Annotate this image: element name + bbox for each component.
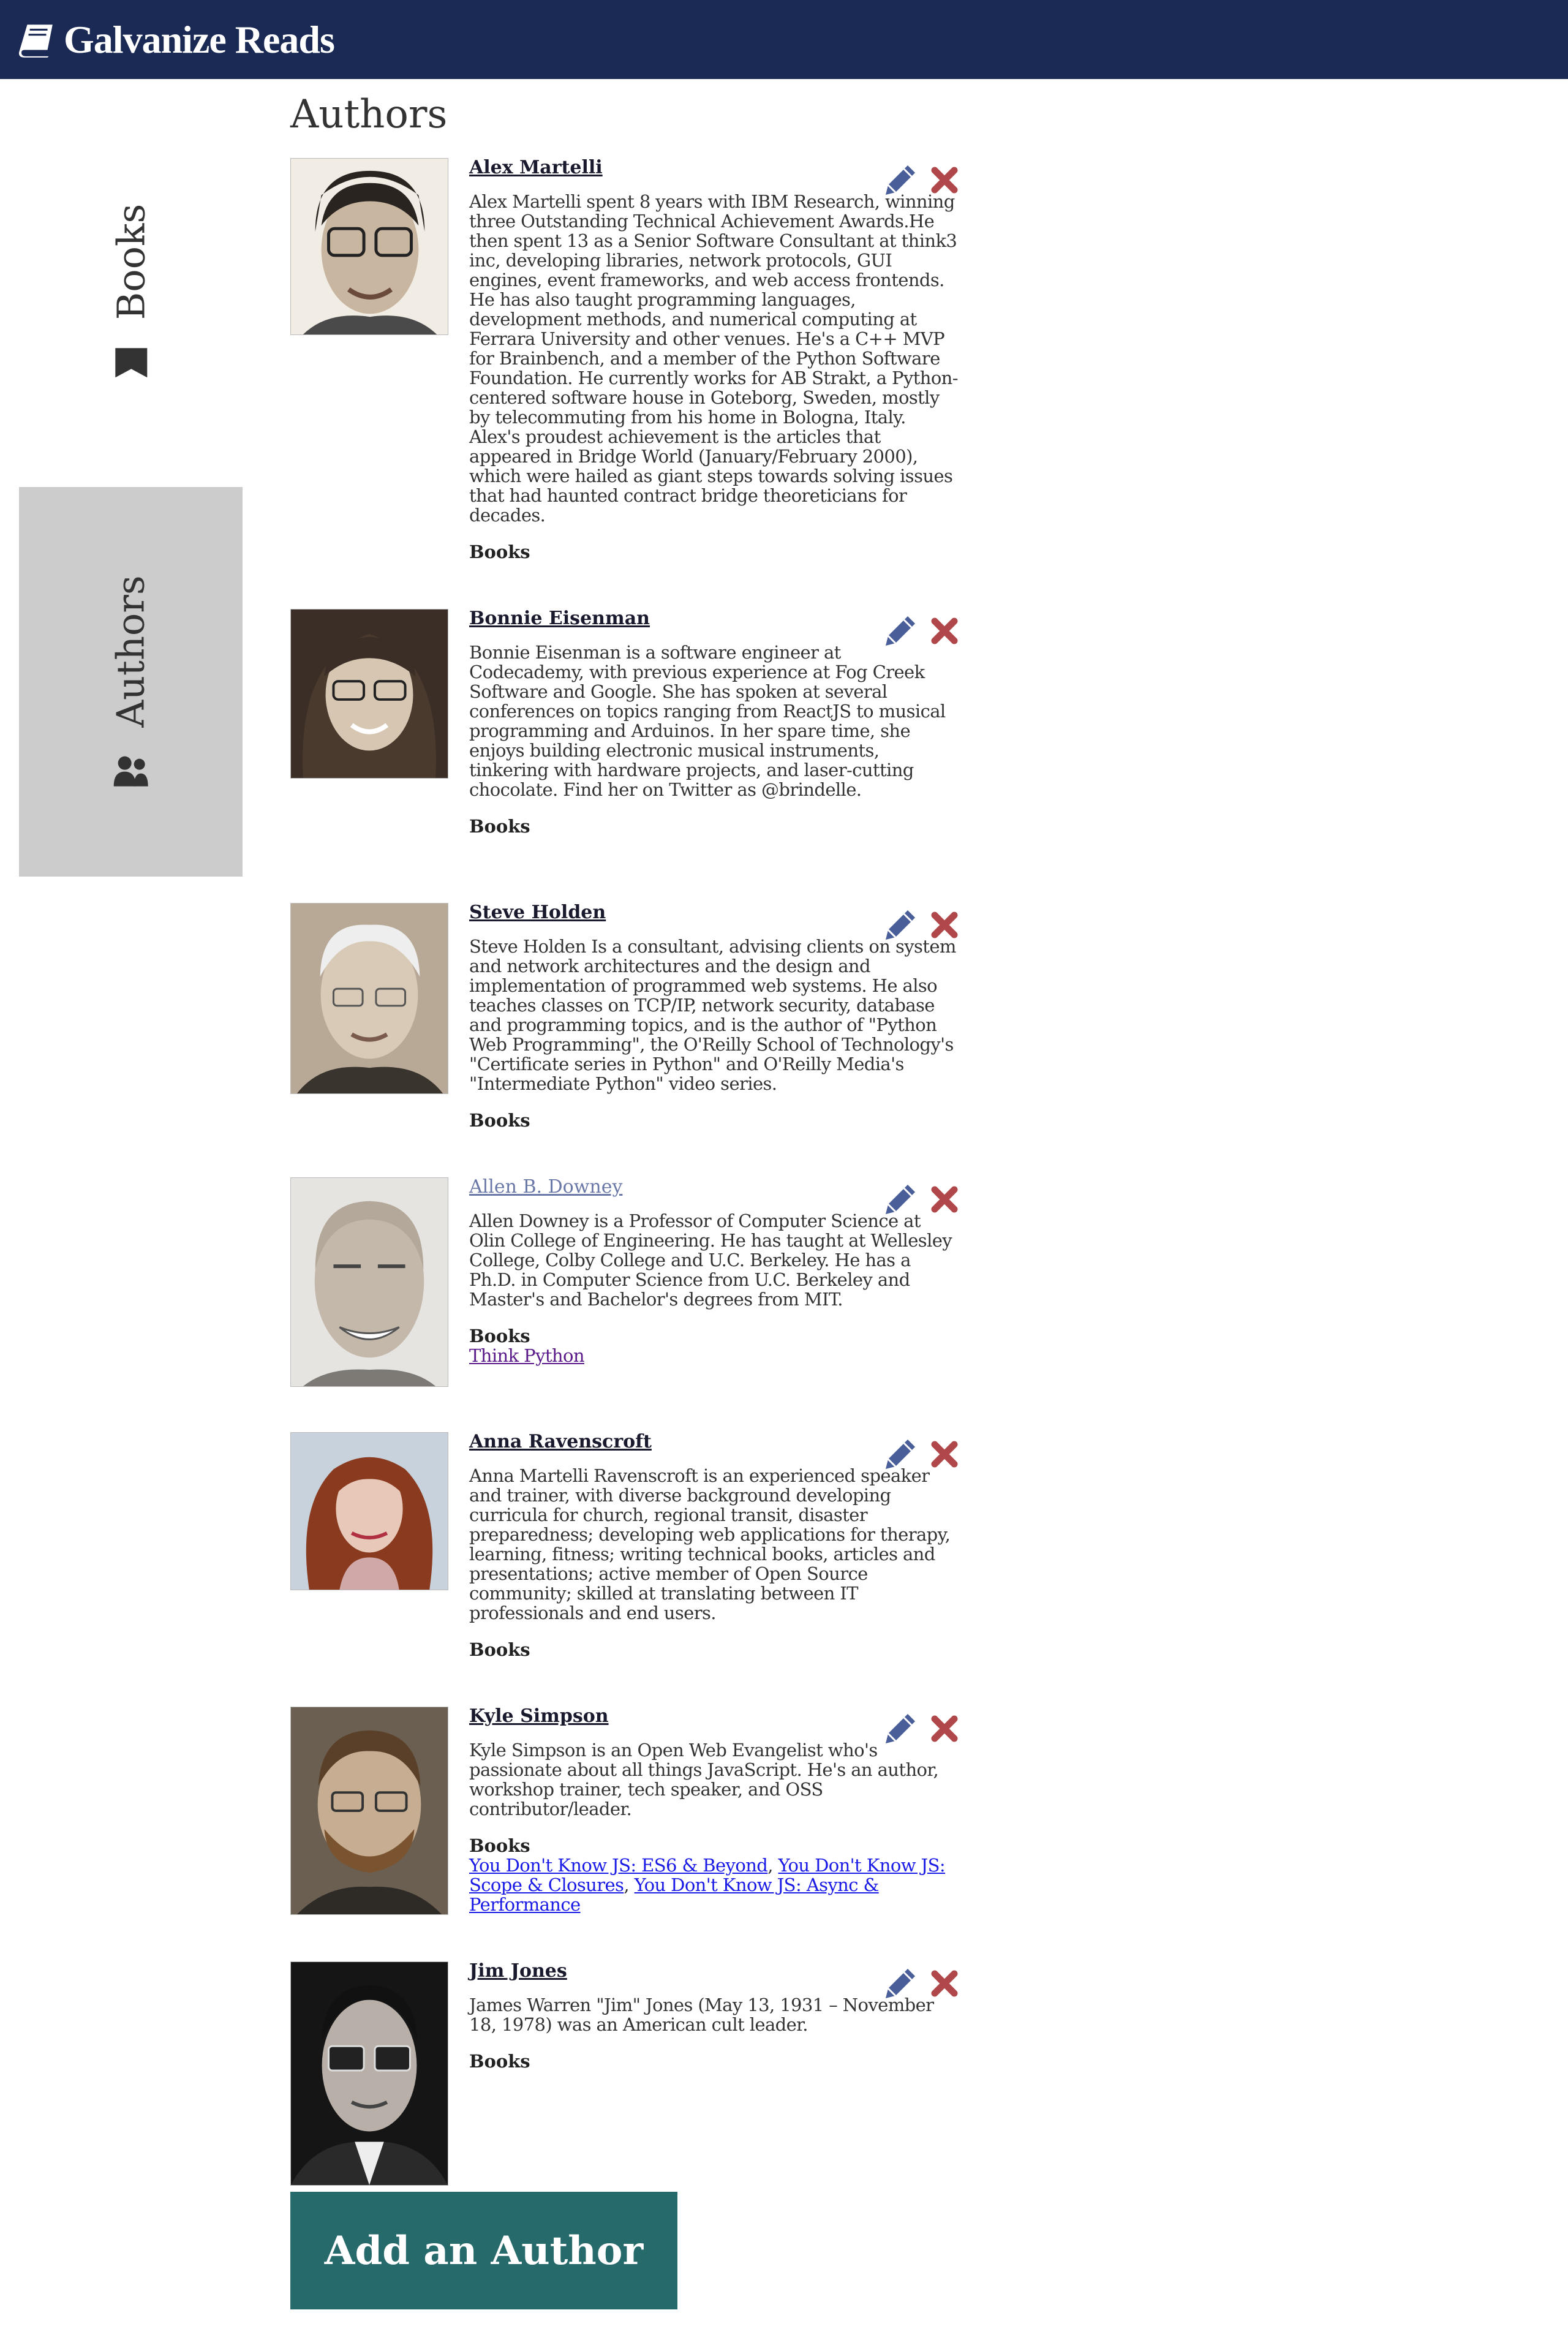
author-name-link[interactable]: Jim Jones bbox=[469, 1960, 567, 1982]
books-heading: Books bbox=[469, 816, 530, 837]
close-icon[interactable] bbox=[930, 165, 959, 195]
top-navbar: Galvanize Reads bbox=[0, 0, 1568, 79]
pencil-icon[interactable] bbox=[883, 1437, 918, 1471]
app-title: Galvanize Reads bbox=[64, 18, 335, 61]
sidebar-item-label: Books bbox=[108, 203, 153, 320]
pencil-icon[interactable] bbox=[883, 614, 918, 648]
book-links: You Don't Know JS: ES6 & Beyond, You Don… bbox=[469, 1855, 946, 1915]
app-logo[interactable]: Galvanize Reads bbox=[18, 13, 335, 66]
sidebar-item-authors[interactable]: Authors bbox=[19, 487, 243, 877]
books-heading: Books bbox=[469, 2051, 530, 2072]
author-photo bbox=[290, 903, 448, 1094]
page-title: Authors bbox=[290, 92, 448, 137]
books-heading: Books bbox=[469, 1110, 530, 1131]
book-link[interactable]: You Don't Know JS: ES6 & Beyond bbox=[469, 1855, 768, 1876]
pencil-icon[interactable] bbox=[883, 1182, 918, 1217]
users-icon bbox=[113, 756, 148, 787]
book-links: Think Python bbox=[469, 1346, 959, 1365]
close-icon[interactable] bbox=[930, 1185, 959, 1214]
author-photo bbox=[290, 1707, 448, 1915]
author-name-link[interactable]: Kyle Simpson bbox=[469, 1705, 609, 1727]
pencil-icon[interactable] bbox=[883, 163, 918, 197]
close-icon[interactable] bbox=[930, 616, 959, 646]
author-bio: Steve Holden Is a consultant, advising c… bbox=[469, 936, 956, 1094]
author-name-link[interactable]: Anna Ravenscroft bbox=[469, 1431, 652, 1452]
author-name-link[interactable]: Alex Martelli bbox=[469, 157, 603, 178]
author-photo bbox=[290, 1961, 448, 2186]
author-bio: James Warren "Jim" Jones (May 13, 1931 –… bbox=[469, 1995, 934, 2035]
pencil-icon[interactable] bbox=[883, 908, 918, 942]
close-icon[interactable] bbox=[930, 910, 959, 940]
author-photo bbox=[290, 158, 448, 335]
pencil-icon[interactable] bbox=[883, 1712, 918, 1746]
books-heading: Books bbox=[469, 542, 530, 562]
pencil-icon[interactable] bbox=[883, 1966, 918, 2001]
author-name-link[interactable]: Bonnie Eisenman bbox=[469, 608, 650, 629]
books-heading: Books bbox=[469, 1639, 530, 1660]
author-photo bbox=[290, 1177, 448, 1387]
book-link[interactable]: Think Python bbox=[469, 1345, 585, 1366]
sidebar-item-books[interactable]: Books bbox=[19, 184, 243, 401]
sidebar-item-label: Authors bbox=[108, 575, 153, 728]
close-icon[interactable] bbox=[930, 1440, 959, 1469]
book-icon bbox=[18, 25, 53, 58]
author-photo bbox=[290, 1432, 448, 1590]
books-heading: Books bbox=[469, 1326, 530, 1346]
author-bio: Anna Martelli Ravenscroft is an experien… bbox=[469, 1465, 951, 1623]
close-icon[interactable] bbox=[930, 1714, 959, 1743]
author-name-link[interactable]: Allen B. Downey bbox=[469, 1176, 622, 1198]
author-name-link[interactable]: Steve Holden bbox=[469, 902, 606, 923]
author-bio: Allen Downey is a Professor of Computer … bbox=[469, 1210, 952, 1310]
add-author-button[interactable]: Add an Author bbox=[290, 2192, 677, 2309]
author-bio: Alex Martelli spent 8 years with IBM Res… bbox=[469, 191, 959, 526]
author-bio: Kyle Simpson is an Open Web Evangelist w… bbox=[469, 1740, 939, 1819]
close-icon[interactable] bbox=[930, 1969, 959, 1998]
author-photo bbox=[290, 609, 448, 779]
author-bio: Bonnie Eisenman is a software engineer a… bbox=[469, 642, 946, 800]
books-heading: Books bbox=[469, 1835, 530, 1856]
bookmark-icon bbox=[115, 348, 147, 378]
